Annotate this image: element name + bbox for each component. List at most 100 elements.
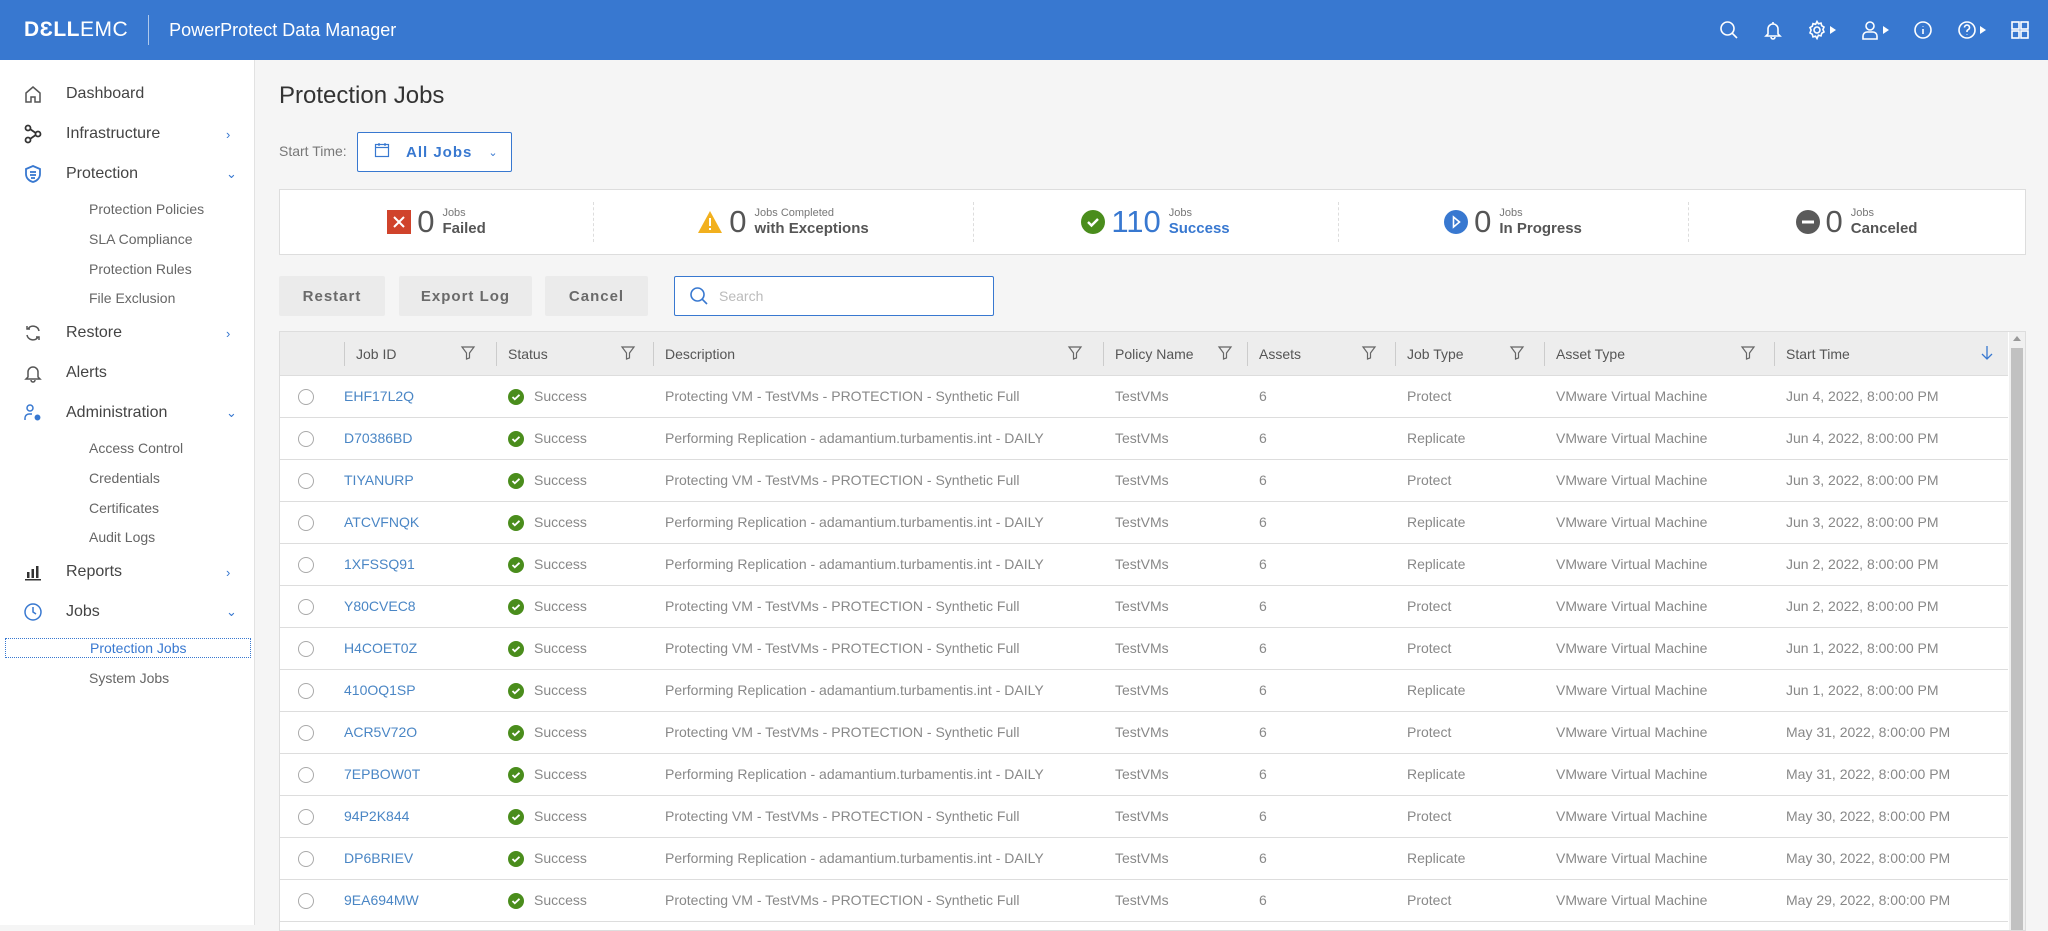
filter-icon[interactable] bbox=[1067, 345, 1083, 364]
job-id-link[interactable]: 9EA694MW bbox=[344, 880, 419, 921]
search-input[interactable] bbox=[717, 287, 977, 305]
filter-icon[interactable] bbox=[1361, 345, 1377, 364]
job-id-link[interactable]: 94P2K844 bbox=[344, 796, 409, 837]
table-row[interactable]: Success EHF17L2Q Protecting VM - TestVMs -… bbox=[280, 376, 2008, 418]
table-row[interactable]: Success ACR5V72O Protecting VM - TestVMs -… bbox=[280, 712, 2008, 754]
sidebar-item-reports[interactable]: Reports › bbox=[0, 554, 254, 590]
job-id-link[interactable]: 410OQ1SP bbox=[344, 670, 416, 711]
sidebar-subitem-file-exclusion[interactable]: File Exclusion bbox=[5, 288, 251, 308]
job-id-link[interactable]: Y80CVEC8 bbox=[344, 586, 416, 627]
row-select-radio[interactable] bbox=[298, 389, 314, 405]
job-id-link[interactable]: 7EPBOW0T bbox=[344, 754, 420, 795]
help-menu-button[interactable] bbox=[1957, 0, 1986, 60]
table-row[interactable]: Success 9EA694MW Protecting VM - TestVMs -… bbox=[280, 880, 2008, 922]
table-row[interactable]: Success D70386BD Performing Replication - … bbox=[280, 418, 2008, 460]
sidebar-subitem-protection-policies[interactable]: Protection Policies bbox=[5, 199, 251, 219]
row-select-radio[interactable] bbox=[298, 515, 314, 531]
search-icon bbox=[1720, 21, 1738, 39]
sidebar-item-alerts[interactable]: Alerts bbox=[0, 355, 254, 391]
table-row[interactable]: Success 410OQ1SP Performing Replication - … bbox=[280, 670, 2008, 712]
row-select-radio[interactable] bbox=[298, 725, 314, 741]
filter-icon[interactable] bbox=[1509, 345, 1525, 364]
row-select-radio[interactable] bbox=[298, 809, 314, 825]
table-row[interactable]: Success 7EPBOW0T Performing Replication - … bbox=[280, 754, 2008, 796]
sidebar-subitem-certificates[interactable]: Certificates bbox=[5, 498, 251, 518]
user-icon bbox=[1862, 21, 1878, 40]
column-header-policy-name[interactable]: Policy Name bbox=[1103, 332, 1247, 376]
job-id-link[interactable]: ACR5V72O bbox=[344, 712, 417, 753]
column-header-job-id[interactable]: Job ID bbox=[344, 332, 496, 376]
row-select-radio[interactable] bbox=[298, 557, 314, 573]
sidebar-subitem-credentials[interactable]: Credentials bbox=[5, 468, 251, 488]
sidebar-item-restore[interactable]: Restore › bbox=[0, 315, 254, 351]
sidebar-item-administration[interactable]: Administration ⌄ bbox=[0, 395, 254, 431]
filter-icon[interactable] bbox=[1217, 345, 1233, 364]
row-select-radio[interactable] bbox=[298, 851, 314, 867]
table-row[interactable]: Success H4COET0Z Protecting VM - TestVMs -… bbox=[280, 628, 2008, 670]
job-id-link[interactable]: 1XFSSQ91 bbox=[344, 544, 415, 585]
summary-failed[interactable]: 0 Jobs Failed bbox=[280, 190, 593, 254]
sidebar-subitem-protection-rules[interactable]: Protection Rules bbox=[5, 259, 251, 279]
summary-exceptions[interactable]: 0 Jobs Completed with Exceptions bbox=[593, 190, 973, 254]
row-select-radio[interactable] bbox=[298, 767, 314, 783]
sidebar-item-dashboard[interactable]: Dashboard bbox=[0, 76, 254, 112]
sidebar-subitem-protection-jobs[interactable]: Protection Jobs bbox=[5, 638, 251, 658]
job-id-link[interactable]: D70386BD bbox=[344, 418, 413, 459]
row-select-radio[interactable] bbox=[298, 473, 314, 489]
sidebar-subitem-system-jobs[interactable]: System Jobs bbox=[5, 668, 251, 688]
column-header-start-time[interactable]: Start Time bbox=[1774, 332, 2008, 376]
cell-start-time: Jun 4, 2022, 8:00:00 PM bbox=[1786, 388, 1939, 404]
summary-success[interactable]: 110 Jobs Success bbox=[973, 190, 1338, 254]
row-select-radio[interactable] bbox=[298, 683, 314, 699]
scroll-thumb[interactable] bbox=[2011, 348, 2023, 930]
table-row[interactable]: Success Y80CVEC8 Protecting VM - TestVMs -… bbox=[280, 586, 2008, 628]
table-row[interactable]: Success 1XFSSQ91 Performing Replication - … bbox=[280, 544, 2008, 586]
row-select-radio[interactable] bbox=[298, 599, 314, 615]
column-header-asset-type[interactable]: Asset Type bbox=[1544, 332, 1774, 376]
filter-icon[interactable] bbox=[620, 345, 636, 364]
sort-descending-icon[interactable] bbox=[1980, 345, 1994, 364]
cell-status: Success bbox=[508, 712, 587, 753]
vertical-scrollbar[interactable] bbox=[2009, 332, 2025, 930]
row-select-radio[interactable] bbox=[298, 893, 314, 909]
column-header-job-type[interactable]: Job Type bbox=[1395, 332, 1544, 376]
sidebar-subitem-access-control[interactable]: Access Control bbox=[5, 438, 251, 458]
sidebar-subitem-audit-logs[interactable]: Audit Logs bbox=[5, 527, 251, 547]
job-id-link[interactable]: DP6BRIEV bbox=[344, 838, 413, 879]
notifications-button[interactable] bbox=[1763, 0, 1783, 60]
success-icon bbox=[508, 766, 524, 783]
sidebar-item-infrastructure[interactable]: Infrastructure › bbox=[0, 116, 254, 152]
sidebar-item-protection[interactable]: Protection ⌄ bbox=[0, 156, 254, 192]
sidebar-subitem-sla-compliance[interactable]: SLA Compliance bbox=[5, 229, 251, 249]
user-menu-button[interactable] bbox=[1860, 0, 1889, 60]
job-id-link[interactable]: EHF17L2Q bbox=[344, 376, 414, 417]
column-header-description[interactable]: Description bbox=[653, 332, 1103, 376]
apps-button[interactable] bbox=[2010, 0, 2030, 60]
info-button[interactable] bbox=[1913, 0, 1933, 60]
table-row[interactable]: Success DP6BRIEV Performing Replication - … bbox=[280, 838, 2008, 880]
cancel-button[interactable]: Cancel bbox=[545, 276, 648, 316]
settings-menu-button[interactable] bbox=[1807, 0, 1836, 60]
summary-in-progress[interactable]: 0 Jobs In Progress bbox=[1338, 190, 1688, 254]
row-select-radio[interactable] bbox=[298, 641, 314, 657]
sidebar-item-jobs[interactable]: Jobs ⌄ bbox=[0, 594, 254, 630]
job-id-link[interactable]: H4COET0Z bbox=[344, 628, 417, 669]
filter-icon[interactable] bbox=[460, 345, 476, 364]
table-row[interactable]: Success TIYANURP Protecting VM - TestVMs -… bbox=[280, 460, 2008, 502]
restart-button[interactable]: Restart bbox=[279, 276, 385, 316]
cell-asset-type: VMware Virtual Machine bbox=[1556, 472, 1708, 488]
table-row[interactable]: Success ATCVFNQK Performing Replication - … bbox=[280, 502, 2008, 544]
table-row[interactable]: Success 94P2K844 Protecting VM - TestVMs -… bbox=[280, 796, 2008, 838]
row-select-radio[interactable] bbox=[298, 431, 314, 447]
search-button[interactable] bbox=[1719, 0, 1739, 60]
column-header-assets[interactable]: Assets bbox=[1247, 332, 1395, 376]
summary-canceled[interactable]: 0 Jobs Canceled bbox=[1688, 190, 2025, 254]
column-header-status[interactable]: Status bbox=[496, 332, 653, 376]
start-time-dropdown[interactable]: All Jobs ⌄ bbox=[357, 132, 512, 172]
filter-icon[interactable] bbox=[1740, 345, 1756, 364]
scroll-up-arrow-icon[interactable] bbox=[2013, 336, 2021, 341]
job-id-link[interactable]: ATCVFNQK bbox=[344, 502, 419, 543]
export-log-button[interactable]: Export Log bbox=[399, 276, 532, 316]
success-icon bbox=[508, 682, 524, 699]
job-id-link[interactable]: TIYANURP bbox=[344, 460, 414, 501]
